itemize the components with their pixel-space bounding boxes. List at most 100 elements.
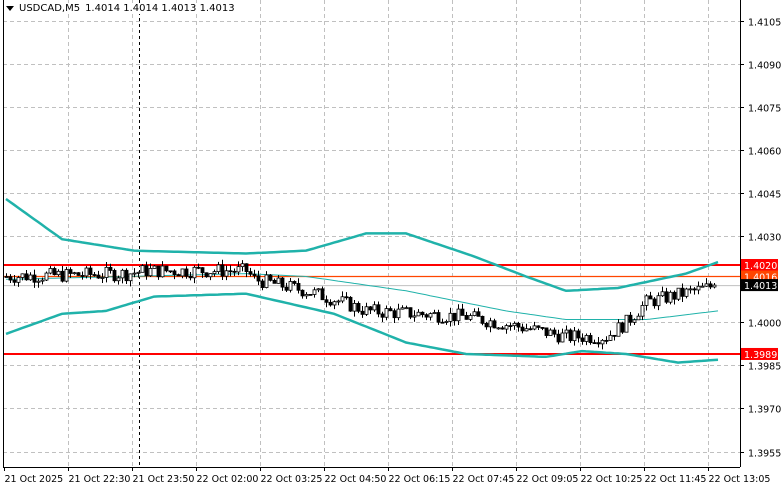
candle (556, 329, 561, 345)
candle-body (652, 298, 657, 307)
candle-body (132, 272, 137, 275)
candle (232, 268, 237, 276)
candle-body (712, 284, 717, 288)
candle (336, 299, 341, 306)
candle (600, 338, 605, 350)
candle (436, 309, 441, 325)
candle (352, 300, 357, 317)
candle (540, 327, 545, 331)
candle-body (44, 272, 49, 281)
candle-body (88, 267, 93, 275)
candle (664, 287, 669, 304)
chart-title: USDCAD,M5 1.4014 1.4014 1.4013 1.4013 (6, 3, 235, 14)
candle (92, 272, 97, 277)
candle (496, 327, 501, 330)
candle-body (256, 275, 261, 282)
candle-body (464, 315, 469, 320)
candle (284, 282, 289, 293)
candle-body (400, 307, 405, 310)
candle (120, 268, 125, 284)
candle (568, 328, 573, 343)
candle-body (704, 283, 709, 287)
candle-body (684, 288, 689, 297)
candle (504, 323, 509, 334)
candle (72, 271, 77, 275)
price-chart[interactable]: 1.4105 1.4090 1.4075 1.4060 1.4045 1.4030 1.40… (0, 0, 781, 489)
candle (532, 321, 537, 331)
candle-body (92, 274, 97, 276)
dropdown-triangle-icon[interactable] (6, 6, 14, 11)
candle-body (452, 312, 457, 322)
candle (588, 332, 593, 345)
candle (356, 301, 361, 314)
candle-body (228, 270, 233, 273)
candle-body (160, 265, 165, 278)
candle-body (32, 274, 37, 283)
candle (536, 325, 541, 331)
candle-body (412, 315, 417, 318)
candle-body (220, 264, 225, 277)
candle (100, 273, 105, 283)
candle (424, 313, 429, 321)
candle (320, 286, 325, 301)
candle-body (356, 303, 361, 312)
candle-body (476, 311, 481, 317)
candle (704, 278, 709, 287)
candle-body (68, 269, 73, 274)
candle-body (196, 266, 201, 269)
candle-body (108, 266, 113, 271)
candle-body (656, 295, 661, 307)
candle-body (616, 322, 621, 337)
candle (368, 305, 373, 314)
candle-body (260, 280, 265, 288)
candle-body (368, 306, 373, 311)
candle (216, 261, 221, 275)
candle-body (204, 272, 209, 278)
candle-body (144, 265, 149, 277)
candle (652, 297, 657, 309)
x-tick-label: 22 Oct 11:45 (645, 474, 707, 485)
candle-body (116, 277, 121, 282)
candle (596, 337, 601, 348)
candle (52, 266, 57, 276)
candle-body (500, 327, 505, 330)
candle-body (552, 329, 557, 335)
candle (208, 273, 213, 281)
candle (228, 265, 233, 277)
candle-body (24, 273, 29, 281)
candle (36, 278, 41, 288)
candle (420, 311, 425, 318)
candle (48, 265, 53, 275)
candle (460, 303, 465, 316)
candle (432, 309, 437, 315)
x-tick-label: 22 Oct 13:05 (709, 474, 771, 485)
candle-body (344, 296, 349, 299)
candle (384, 305, 389, 321)
candle (28, 272, 33, 281)
candle (668, 290, 673, 305)
candle-body (380, 313, 385, 318)
candle-body (632, 319, 637, 323)
candle (56, 269, 61, 277)
candle (584, 333, 589, 346)
candle-body (212, 271, 217, 274)
y-tick-label: 1.4030 (748, 233, 781, 244)
candle (168, 270, 173, 273)
candle-body (692, 288, 697, 291)
candle-body (180, 268, 185, 277)
candle-body (568, 329, 573, 342)
candle-body (620, 322, 625, 333)
candle-body (292, 281, 297, 284)
candle (380, 311, 385, 322)
candle-body (48, 268, 53, 274)
candle (428, 312, 433, 321)
candle (620, 321, 625, 334)
candle-body (100, 277, 105, 279)
candle-body (396, 308, 401, 319)
candle-body (352, 303, 357, 312)
candle-body (600, 339, 605, 345)
candle-body (636, 315, 641, 321)
candle (520, 323, 525, 334)
candle (400, 305, 405, 310)
candle-body (484, 322, 489, 328)
